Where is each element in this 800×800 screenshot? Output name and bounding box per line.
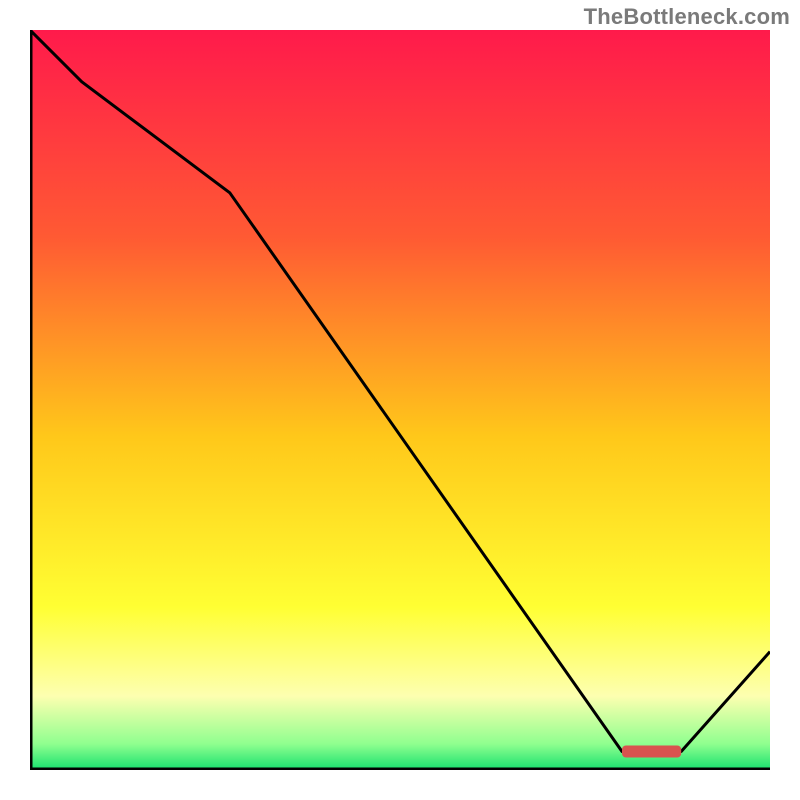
- watermark-text: TheBottleneck.com: [584, 4, 790, 30]
- chart-svg: [30, 30, 770, 770]
- chart-marker: [622, 746, 681, 758]
- chart-container: [30, 30, 770, 770]
- chart-background: [30, 30, 770, 770]
